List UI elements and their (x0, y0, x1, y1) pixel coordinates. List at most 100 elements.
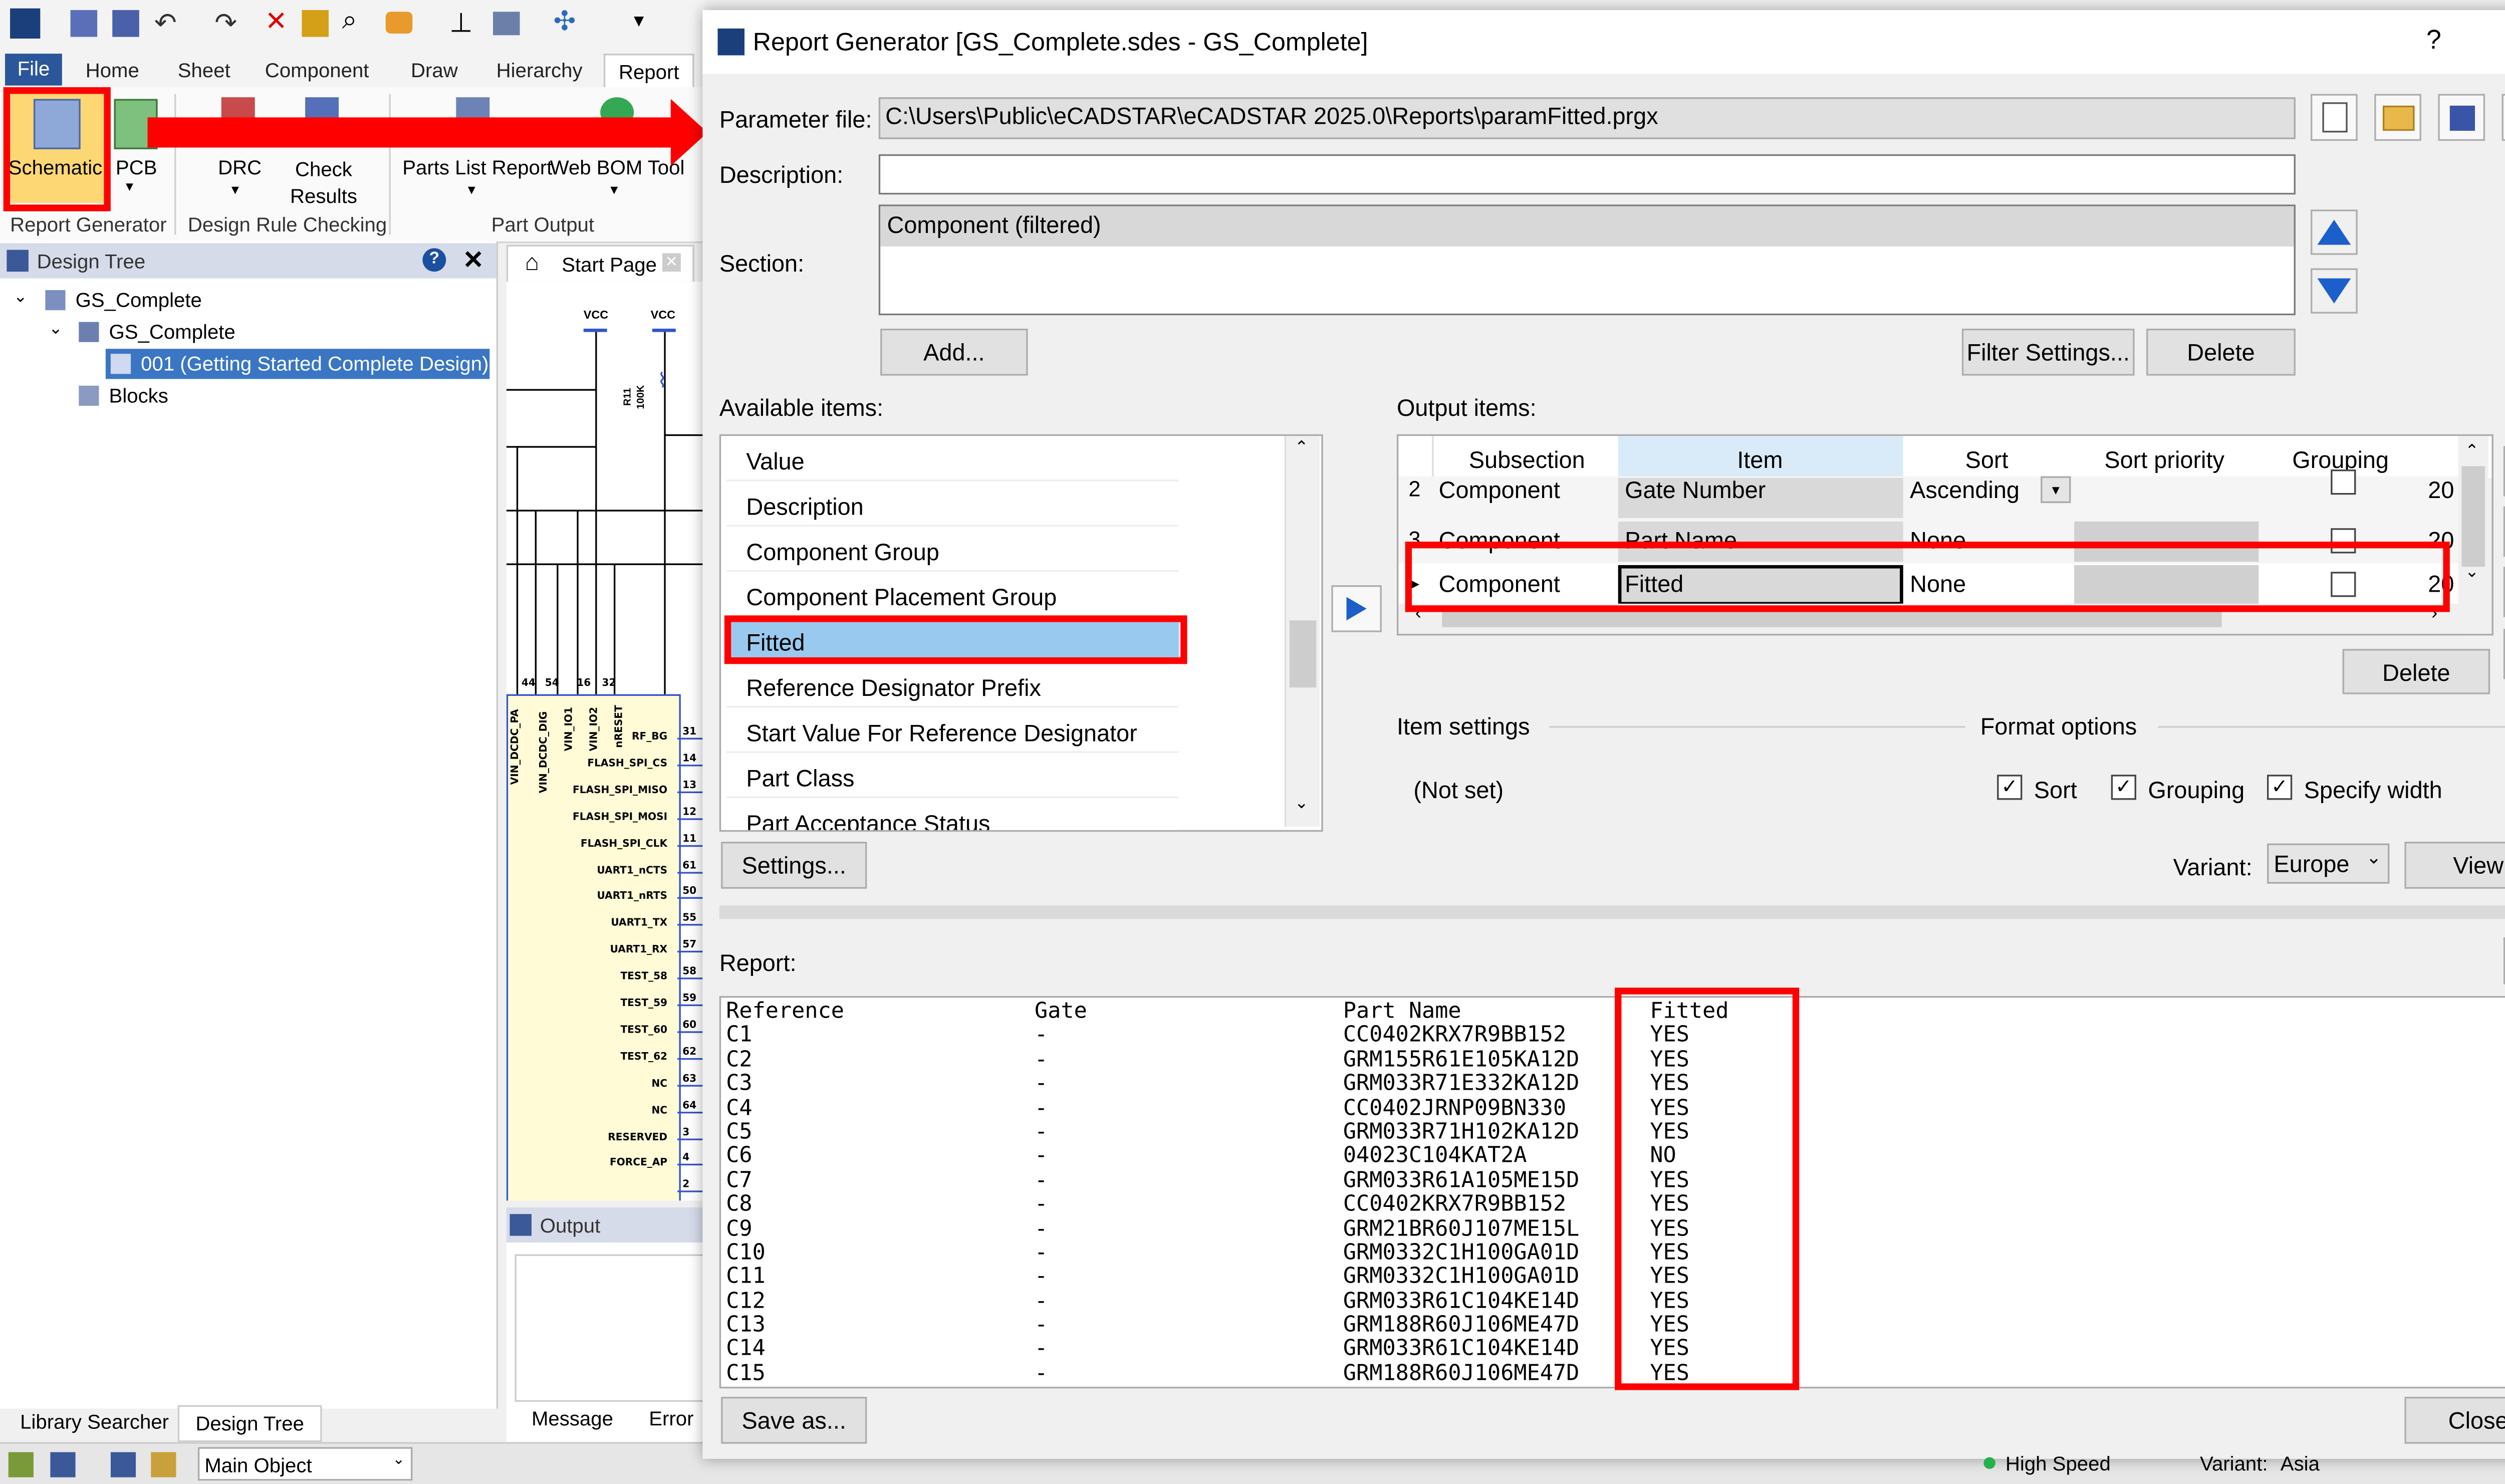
section-move-up-button[interactable] (2311, 209, 2358, 255)
report-text-area[interactable]: Reference Gate Part Name Fitted C1 - CC0402KRX… (719, 996, 2505, 1389)
new-file-button[interactable] (2311, 94, 2358, 141)
tab-library-searcher[interactable]: Library Searcher (20, 1410, 169, 1434)
output-row[interactable]: ▸ Component Fitted None 20 (1398, 563, 2458, 609)
grouping-checkbox[interactable] (2331, 469, 2356, 495)
cell-item[interactable]: Part Name (1625, 527, 1737, 554)
tools-icon[interactable]: ✣ (553, 5, 576, 39)
close-icon[interactable]: ✕ (463, 245, 484, 275)
save-all-icon[interactable] (70, 10, 98, 37)
tab-sheet[interactable]: Sheet (178, 59, 230, 89)
file-tab[interactable]: File (5, 54, 62, 86)
format-option-checkbox[interactable]: ✓ (2111, 775, 2136, 800)
col-grouping[interactable]: Grouping (2292, 446, 2389, 473)
parameter-file-field[interactable]: C:\Users\Public\eCADSTAR\eCADSTAR 2025.0… (878, 97, 2296, 139)
add-to-output-button[interactable] (1331, 585, 1382, 632)
status-icon[interactable] (110, 1452, 136, 1477)
sort-dropdown-button[interactable]: ▾ (2041, 476, 2071, 504)
grid-hscroll[interactable]: ‹ › (1398, 603, 2458, 632)
tab-error[interactable]: Error (649, 1407, 693, 1430)
main-object-chevron-icon[interactable]: ⌄ (392, 1450, 405, 1469)
measure-icon[interactable]: ⊥ (449, 7, 473, 40)
tab-report[interactable]: Report (603, 54, 694, 89)
save-as-button[interactable]: Save as... (721, 1396, 867, 1444)
status-variant-value[interactable]: Asia (2281, 1452, 2320, 1475)
scroll-right-icon[interactable]: › (2431, 604, 2437, 624)
section-list[interactable]: Component (filtered) (878, 204, 2296, 316)
save-file-as-button[interactable] (2501, 94, 2505, 141)
tree-expand-icon[interactable]: ⌄ (14, 289, 28, 307)
cell-sort-priority[interactable] (2074, 521, 2259, 562)
cell-subsection[interactable]: Component (1439, 476, 1560, 504)
available-item[interactable]: Part Acceptance Status (726, 803, 1179, 830)
row-header[interactable]: ▸ (1408, 570, 1419, 597)
cell-subsection[interactable]: Component (1439, 570, 1560, 597)
cell-sort[interactable]: None (1910, 570, 1966, 597)
status-icon[interactable] (8, 1452, 34, 1477)
tree-item-sheet[interactable]: 001 (Getting Started Complete Design) (141, 352, 488, 376)
cell-width[interactable]: 20 (2428, 476, 2454, 504)
cell-width[interactable]: 20 (2428, 527, 2454, 554)
output-row[interactable]: 3 Component Part Name None 20 (1398, 520, 2458, 565)
web-bom-button-label[interactable]: Web BOM Tool (550, 156, 685, 179)
description-field[interactable] (878, 154, 2296, 195)
col-sort-priority[interactable]: Sort priority (2104, 446, 2224, 473)
tree-expand-icon[interactable]: ⌄ (49, 320, 63, 339)
cell-sort[interactable]: Ascending (1910, 476, 2020, 504)
start-page-tab[interactable]: ⌂ Start Page ✕ (506, 244, 694, 284)
col-subsection[interactable]: Subsection (1469, 446, 1585, 473)
available-item[interactable]: Value (726, 441, 1179, 481)
layer-icon[interactable] (492, 12, 520, 36)
settings-button[interactable]: Settings... (721, 842, 867, 889)
cell-item[interactable]: Fitted (1625, 570, 1683, 597)
available-item[interactable]: Description (726, 486, 1179, 527)
status-icon[interactable] (151, 1452, 176, 1477)
schematic-canvas[interactable]: VCC VCC ⌇ R11 100K 44 54 16 32 VIN_DCDC_… (506, 282, 704, 1201)
available-item[interactable]: Reference Designator Prefix (726, 667, 1179, 708)
format-option-label[interactable]: Grouping (2148, 777, 2244, 804)
scroll-down-icon[interactable]: ⌄ (2465, 564, 2479, 582)
tab-close-icon[interactable]: ✕ (662, 253, 681, 272)
tab-design-tree-bottom[interactable]: Design Tree (177, 1405, 322, 1442)
row-header[interactable]: 3 (1408, 527, 1420, 552)
pcb-button-label[interactable]: PCB (116, 156, 157, 179)
tab-home[interactable]: Home (86, 59, 139, 89)
check-results-button-label[interactable]: Check Results (290, 156, 357, 209)
format-option-checkbox[interactable]: ✓ (1997, 775, 2023, 800)
output-row[interactable]: 2 Component Gate Number Ascending ▾ 20 (1398, 469, 2458, 522)
parts-list-button-label[interactable]: Parts List Report (402, 156, 552, 179)
pcb-dropdown-icon[interactable]: ▾ (126, 178, 133, 196)
close-button[interactable]: Close (2404, 1396, 2505, 1444)
format-option-label[interactable]: Sort (2034, 777, 2077, 804)
col-sort[interactable]: Sort (1965, 446, 2009, 473)
scroll-left-icon[interactable]: ‹ (1415, 604, 1421, 624)
available-item[interactable]: Start Value For Reference Designator (726, 712, 1179, 753)
filter-settings-button[interactable]: Filter Settings... (1961, 328, 2135, 376)
main-object-select[interactable]: Main Object (197, 1447, 413, 1481)
scroll-thumb[interactable] (1289, 620, 1317, 688)
tab-hierarchy[interactable]: Hierarchy (496, 59, 583, 89)
delete-section-button[interactable]: Delete (2146, 328, 2296, 376)
available-items-list[interactable]: Value Description Component Group Component… (719, 434, 1323, 832)
row-header[interactable]: 2 (1408, 476, 1420, 502)
drc-dropdown-icon[interactable]: ▾ (231, 181, 239, 199)
cell-width[interactable]: 20 (2428, 570, 2454, 597)
dialog-help-button[interactable]: ? (2426, 27, 2441, 57)
col-item[interactable]: Item (1737, 446, 1783, 473)
save-icon[interactable] (112, 10, 139, 37)
tab-draw[interactable]: Draw (411, 59, 458, 89)
scroll-thumb[interactable] (2461, 466, 2485, 567)
available-scrollbar[interactable]: ⌃ ⌄ (1284, 436, 1320, 827)
grid-icon[interactable] (302, 10, 329, 37)
tree-item-design[interactable]: GS_Complete (109, 320, 235, 344)
zoom-icon[interactable]: ⌕ (342, 7, 357, 37)
view-button[interactable]: View (2404, 842, 2505, 889)
grouping-checkbox[interactable] (2331, 528, 2356, 554)
variant-select[interactable]: Europe ⌄ (2267, 843, 2390, 884)
format-option-label[interactable]: Specify width (2304, 777, 2442, 804)
add-section-button[interactable]: Add... (880, 328, 1028, 376)
scroll-down-icon[interactable]: ⌄ (1295, 795, 1309, 813)
redo-icon[interactable]: ↷ (214, 7, 237, 40)
hscroll-thumb[interactable] (1442, 608, 2222, 627)
section-list-item[interactable]: Component (filtered) (880, 206, 2294, 246)
web-bom-dropdown-icon[interactable]: ▾ (610, 181, 618, 199)
